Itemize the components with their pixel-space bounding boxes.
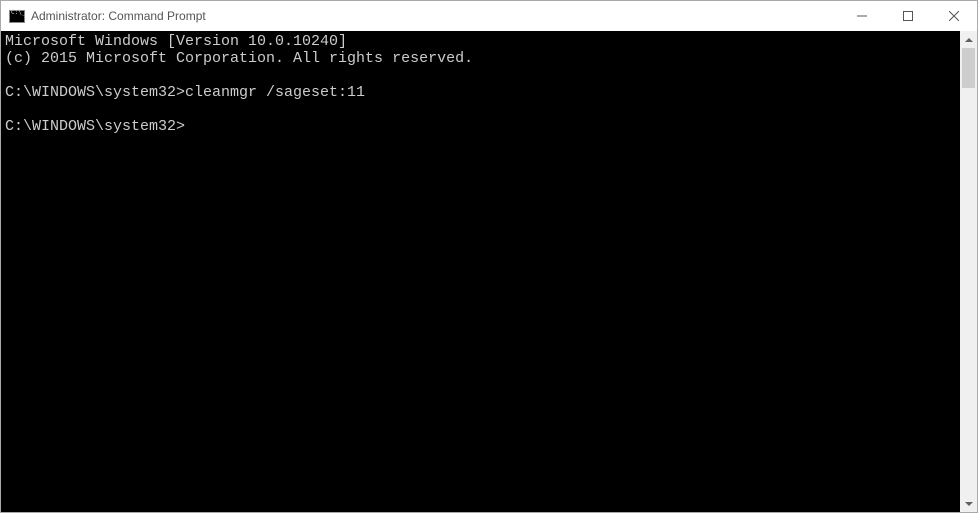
maximize-button[interactable]	[885, 1, 931, 31]
scroll-down-button[interactable]	[960, 495, 977, 512]
cmd-icon	[9, 10, 25, 23]
window-controls	[839, 1, 977, 31]
terminal-area: Microsoft Windows [Version 10.0.10240] (…	[1, 31, 977, 512]
window: Administrator: Command Prompt Microsoft …	[0, 0, 978, 513]
minimize-button[interactable]	[839, 1, 885, 31]
close-icon	[949, 11, 959, 21]
scroll-up-button[interactable]	[960, 31, 977, 48]
close-button[interactable]	[931, 1, 977, 31]
terminal[interactable]: Microsoft Windows [Version 10.0.10240] (…	[1, 31, 960, 512]
chevron-down-icon	[965, 502, 973, 506]
chevron-up-icon	[965, 38, 973, 42]
command-text: cleanmgr /sageset:11	[185, 84, 365, 101]
window-title: Administrator: Command Prompt	[31, 9, 206, 23]
scroll-thumb[interactable]	[962, 48, 975, 88]
maximize-icon	[903, 11, 913, 21]
titlebar[interactable]: Administrator: Command Prompt	[1, 1, 977, 31]
terminal-line: Microsoft Windows [Version 10.0.10240]	[5, 33, 347, 50]
prompt: C:\WINDOWS\system32>	[5, 118, 185, 135]
prompt: C:\WINDOWS\system32>	[5, 84, 185, 101]
scroll-track[interactable]	[960, 48, 977, 495]
minimize-icon	[857, 11, 867, 21]
vertical-scrollbar[interactable]	[960, 31, 977, 512]
terminal-line: (c) 2015 Microsoft Corporation. All righ…	[5, 50, 473, 67]
